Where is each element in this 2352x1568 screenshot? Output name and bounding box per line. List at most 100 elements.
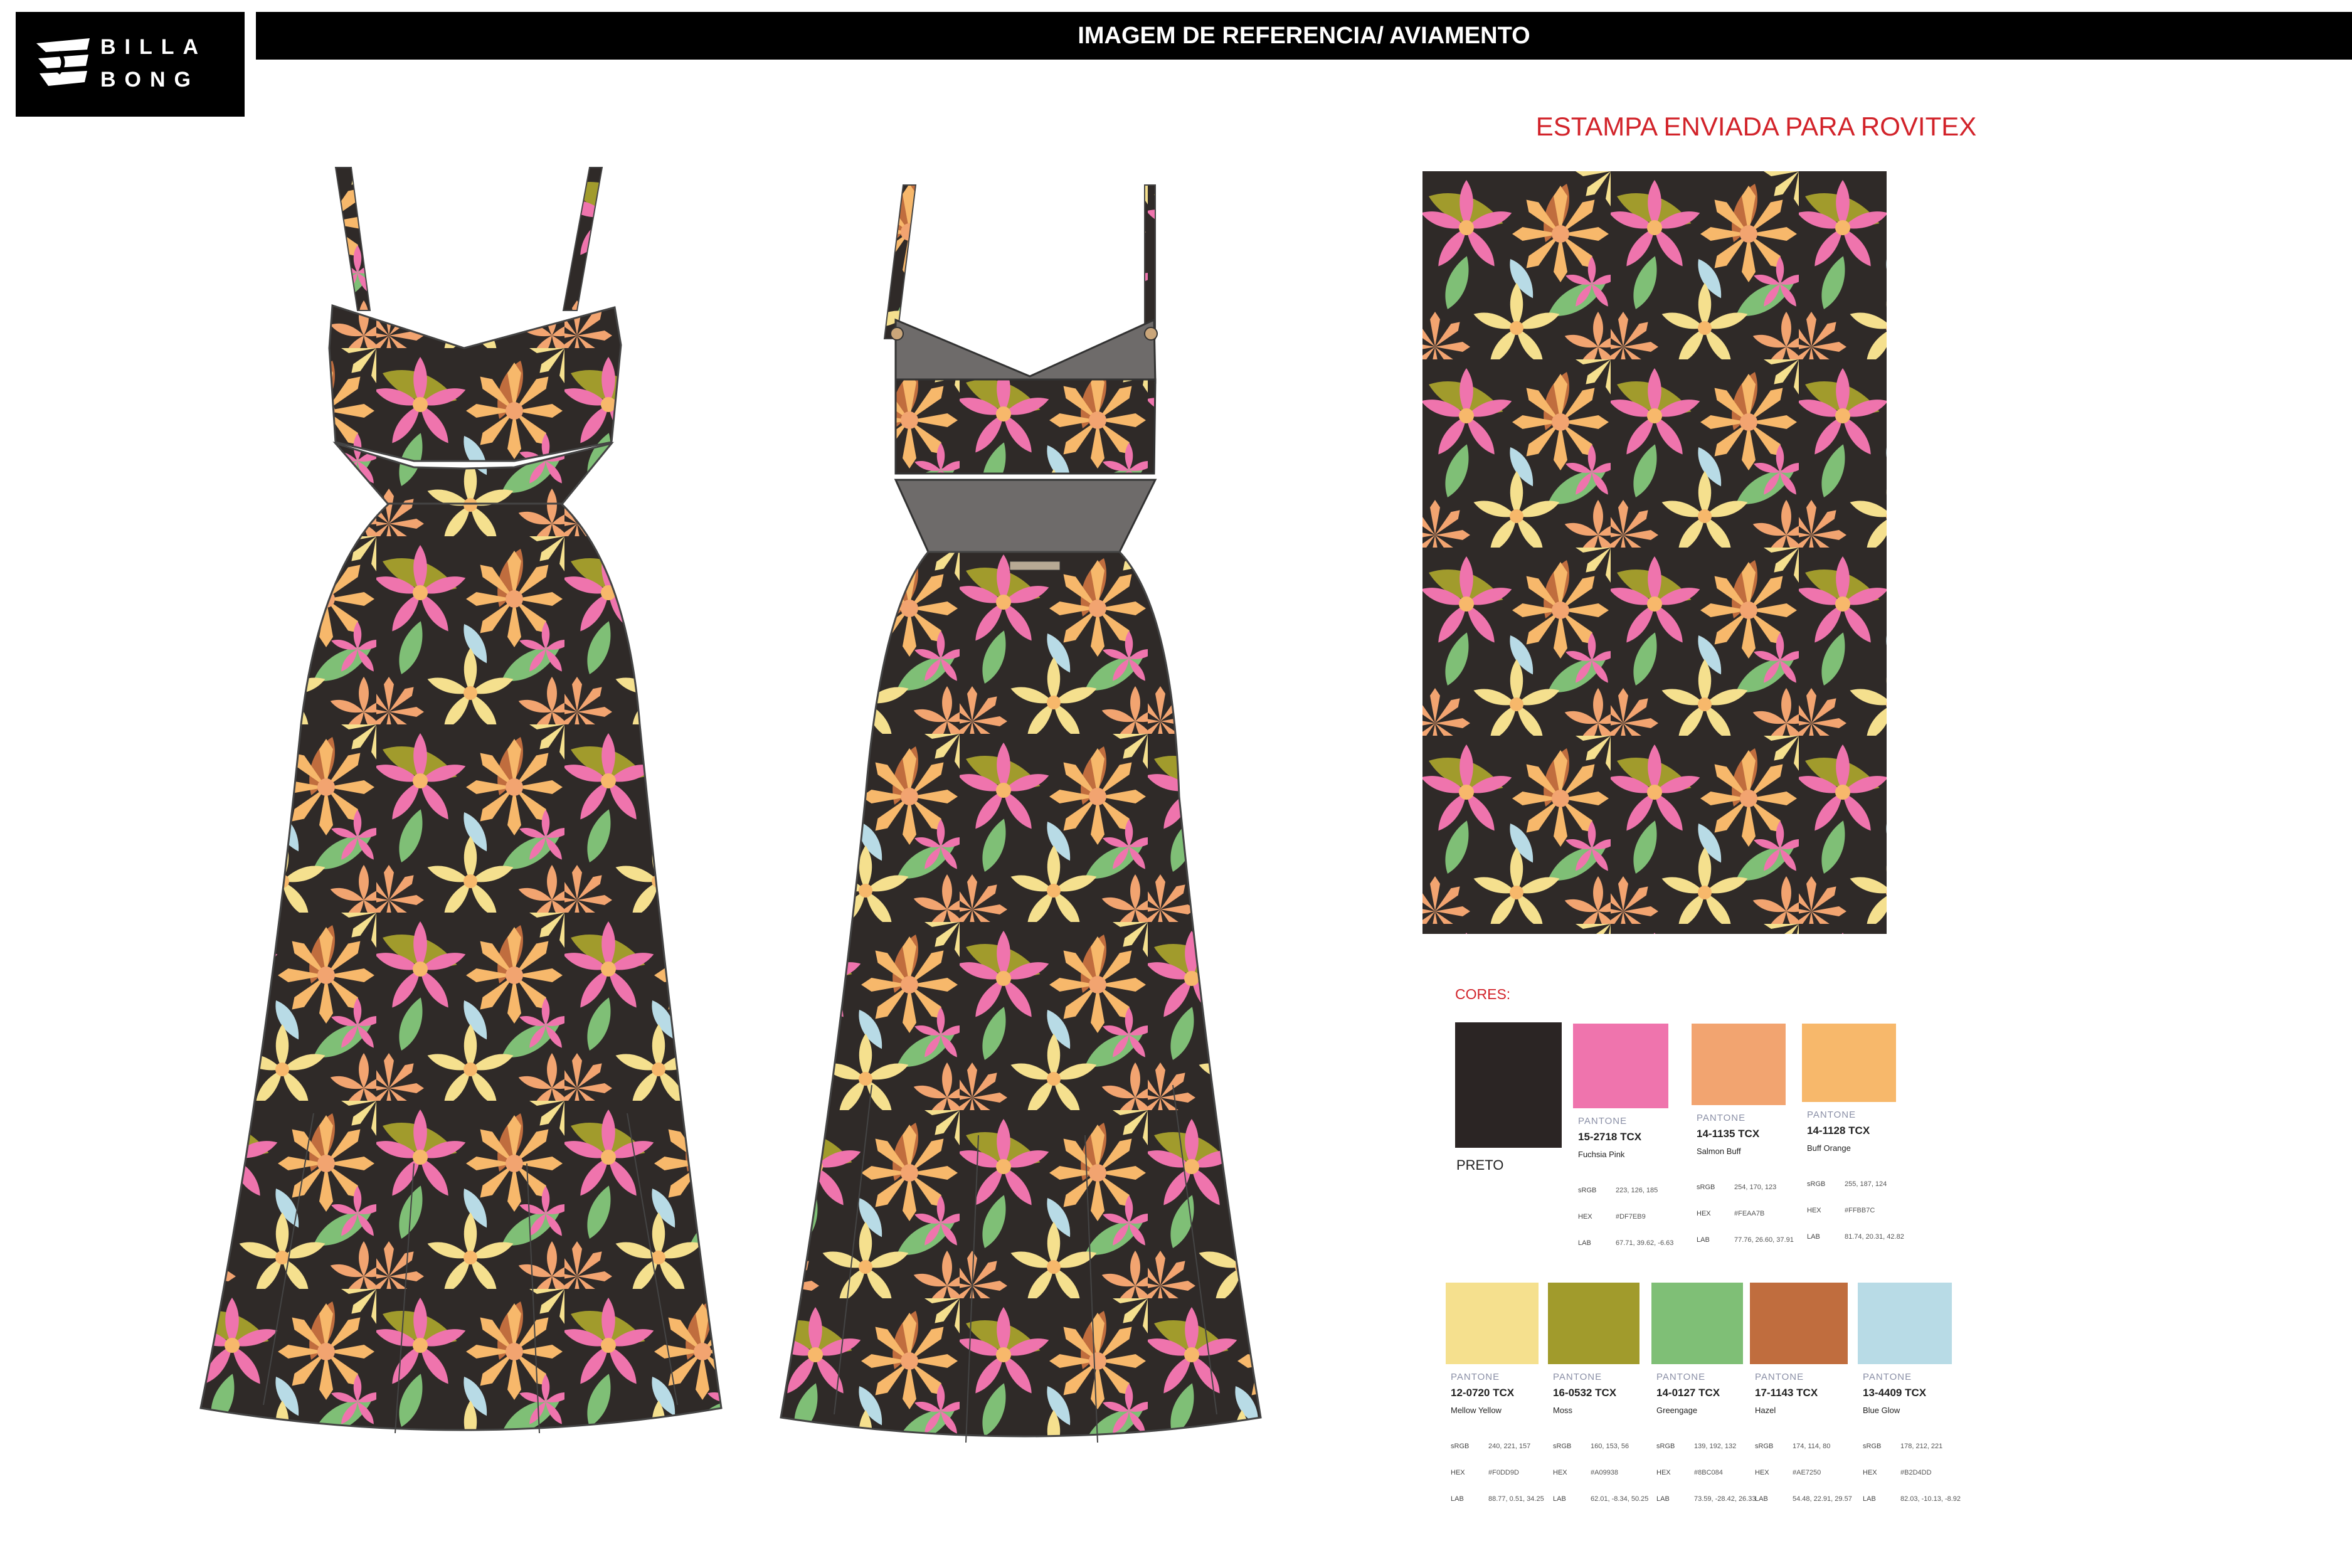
back-skirt: [780, 551, 1262, 1438]
color-chip: [1455, 1022, 1562, 1148]
colors-section-label: CORES:: [1455, 986, 1511, 1002]
color-value-row: HEX #B2D4DD: [1863, 1469, 1932, 1476]
color-value-row: LAB 67.71, 39.62, -6.63: [1578, 1239, 1673, 1247]
color-value-label: LAB: [1451, 1495, 1464, 1503]
color-value-row: sRGB 254, 170, 123: [1697, 1184, 1776, 1191]
color-name: Hazel: [1755, 1406, 1776, 1415]
color-swatch-1: PANTONE 15-2718 TCX Fuchsia Pink sRGB 223, 1…: [1573, 1024, 1693, 1262]
color-brand: PANTONE: [1451, 1372, 1500, 1382]
color-chip: [1692, 1024, 1786, 1105]
color-value-label: HEX: [1755, 1469, 1769, 1476]
color-chip: [1548, 1283, 1640, 1364]
color-value-label: HEX: [1697, 1210, 1711, 1217]
color-value-label: LAB: [1578, 1239, 1591, 1247]
color-name: Greengage: [1656, 1406, 1698, 1415]
color-chip: [1750, 1283, 1848, 1364]
back-label-tag: [1009, 561, 1061, 571]
color-value-row: LAB 77.76, 26.60, 37.91: [1697, 1236, 1794, 1244]
color-code: 14-0127 TCX: [1656, 1387, 1720, 1399]
color-value-row: HEX #FEAA7B: [1697, 1210, 1764, 1217]
color-value: 88.77, 0.51, 34.25: [1488, 1495, 1544, 1503]
logo-line-2: BONG: [100, 68, 199, 92]
back-left-strap: [883, 184, 917, 339]
color-value-row: LAB 62.01, -8.34, 50.25: [1553, 1495, 1648, 1503]
color-value-label: LAB: [1656, 1495, 1670, 1503]
color-value: #F0DD9D: [1488, 1469, 1519, 1476]
color-value-row: sRGB 255, 187, 124: [1807, 1180, 1887, 1188]
color-value: 139, 192, 132: [1694, 1443, 1737, 1450]
color-swatch-8: PANTONE 13-4409 TCX Blue Glow sRGB 178, 212,…: [1858, 1283, 1977, 1521]
color-value-label: sRGB: [1451, 1443, 1470, 1450]
color-swatch-4: PANTONE 12-0720 TCX Mellow Yellow sRGB 240, …: [1446, 1283, 1564, 1521]
color-brand: PANTONE: [1755, 1372, 1804, 1382]
color-swatch-2: PANTONE 14-1135 TCX Salmon Buff sRGB 254, 17…: [1692, 1024, 1811, 1262]
color-value: 174, 114, 80: [1793, 1443, 1831, 1450]
color-name: Fuchsia Pink: [1578, 1150, 1625, 1159]
color-name: Mellow Yellow: [1451, 1406, 1502, 1415]
color-value-label: sRGB: [1807, 1180, 1826, 1188]
color-value: 73.59, -28.42, 26.33: [1694, 1495, 1756, 1503]
billabong-wave-logo-icon: [36, 38, 90, 86]
page-title-bar: IMAGEM DE REFERENCIA/ AVIAMENTO: [256, 12, 2352, 60]
print-section-title: ESTAMPA ENVIADA PARA ROVITEX: [1535, 112, 1977, 141]
color-swatch-0: PRETO: [1455, 1022, 1587, 1261]
color-name: Blue Glow: [1863, 1406, 1900, 1415]
color-value: #A09938: [1591, 1469, 1619, 1476]
color-value-label: sRGB: [1697, 1184, 1715, 1191]
back-bodice: [894, 378, 1157, 475]
color-name: Buff Orange: [1807, 1143, 1851, 1153]
color-value-label: HEX: [1578, 1213, 1592, 1221]
color-code: 17-1143 TCX: [1755, 1387, 1818, 1399]
color-value-label: HEX: [1863, 1469, 1877, 1476]
color-value: #8BC084: [1694, 1469, 1723, 1476]
color-value-row: LAB 81.74, 20.31, 42.82: [1807, 1233, 1904, 1241]
color-brand: PANTONE: [1807, 1110, 1857, 1120]
color-value-row: HEX #A09938: [1553, 1469, 1618, 1476]
front-right-strap: [562, 167, 603, 311]
print-swatch-image: [1422, 171, 1887, 934]
color-value-row: LAB 82.03, -10.13, -8.92: [1863, 1495, 1961, 1503]
color-code: 12-0720 TCX: [1451, 1387, 1515, 1399]
back-lining: [894, 318, 1157, 384]
color-value-label: sRGB: [1755, 1443, 1774, 1450]
color-code: 16-0532 TCX: [1553, 1387, 1617, 1399]
logo-line-1: BILLA: [100, 35, 208, 59]
color-value-label: sRGB: [1578, 1187, 1597, 1194]
color-brand: PANTONE: [1553, 1372, 1602, 1382]
color-value-row: HEX #8BC084: [1656, 1469, 1723, 1476]
color-value-row: sRGB 139, 192, 132: [1656, 1443, 1736, 1450]
color-chip: [1802, 1024, 1896, 1102]
color-value: 81.74, 20.31, 42.82: [1845, 1233, 1904, 1241]
color-value-label: LAB: [1553, 1495, 1566, 1503]
page-title: IMAGEM DE REFERENCIA/ AVIAMENTO: [1078, 22, 1530, 49]
color-brand: PANTONE: [1697, 1113, 1746, 1123]
color-name: PRETO: [1456, 1157, 1504, 1173]
color-code: 14-1128 TCX: [1807, 1125, 1870, 1136]
color-value-label: sRGB: [1863, 1443, 1882, 1450]
color-value: 160, 153, 56: [1591, 1443, 1629, 1450]
color-value-row: sRGB 174, 114, 80: [1755, 1443, 1830, 1450]
color-value: 54.48, 22.91, 29.57: [1793, 1495, 1852, 1503]
color-value: 77.76, 26.60, 37.91: [1734, 1236, 1794, 1244]
color-brand: PANTONE: [1578, 1116, 1628, 1126]
color-value-row: HEX #F0DD9D: [1451, 1469, 1519, 1476]
color-value-row: LAB 88.77, 0.51, 34.25: [1451, 1495, 1544, 1503]
color-value-row: sRGB 223, 126, 185: [1578, 1187, 1658, 1194]
back-strap-adjuster-right: [1144, 327, 1158, 341]
color-value-label: LAB: [1863, 1495, 1876, 1503]
color-swatch-3: PANTONE 14-1128 TCX Buff Orange sRGB 255, 18…: [1802, 1024, 1921, 1262]
front-bodice: [328, 304, 622, 462]
color-value-row: HEX #DF7EB9: [1578, 1213, 1646, 1221]
color-value-row: sRGB 240, 221, 157: [1451, 1443, 1530, 1450]
color-code: 13-4409 TCX: [1863, 1387, 1927, 1399]
dress-front-sketch: [199, 167, 723, 1434]
color-value-row: HEX #FFBB7C: [1807, 1207, 1875, 1214]
color-code: 15-2718 TCX: [1578, 1131, 1642, 1143]
color-chip: [1446, 1283, 1539, 1364]
color-brand: PANTONE: [1863, 1372, 1912, 1382]
color-value-label: sRGB: [1553, 1443, 1572, 1450]
back-strap-adjuster-left: [890, 327, 904, 341]
color-value: 178, 212, 221: [1900, 1443, 1943, 1450]
color-value: 223, 126, 185: [1616, 1187, 1658, 1194]
color-name: Moss: [1553, 1406, 1573, 1415]
